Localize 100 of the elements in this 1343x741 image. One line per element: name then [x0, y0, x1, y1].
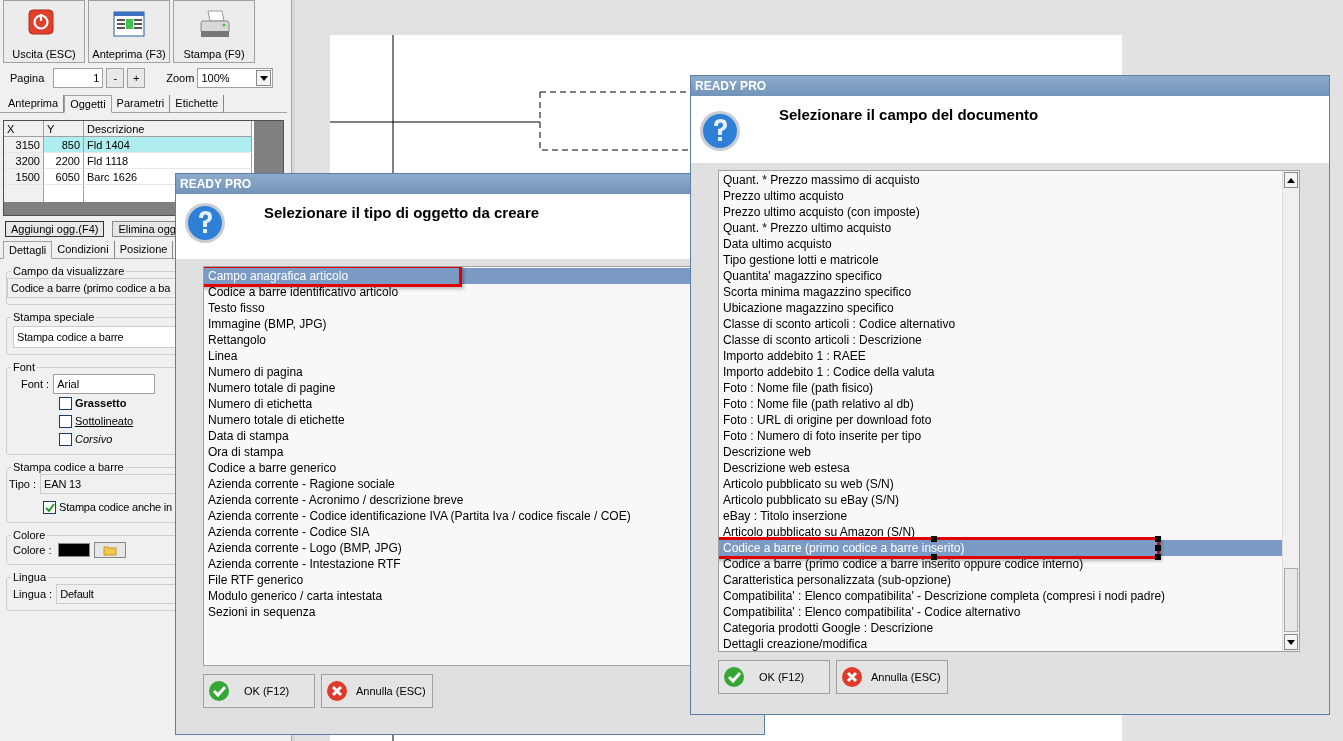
- list-item[interactable]: Rettangolo: [208, 332, 267, 348]
- language-label: Lingua :: [13, 588, 53, 600]
- list-item[interactable]: Codice a barre (primo codice a barre inserito oppure codice interno): [723, 556, 1084, 572]
- page-step-button[interactable]: -: [106, 68, 125, 88]
- cancel-icon: [326, 680, 348, 702]
- group-title: Colore: [12, 528, 47, 542]
- table-cell[interactable]: 3150: [4, 137, 44, 153]
- color-picker-button[interactable]: [93, 542, 126, 558]
- scrollbar[interactable]: [1282, 171, 1299, 651]
- list-item[interactable]: Codice a barre generico: [208, 460, 337, 476]
- list-item[interactable]: Numero totale di etichette: [208, 412, 345, 428]
- list-item[interactable]: Dettagli creazione/modifica: [723, 636, 868, 651]
- list-item[interactable]: Ora di stampa: [208, 444, 284, 460]
- list-item[interactable]: Prezzo ultimo acquisto (con imposte): [723, 204, 920, 220]
- tab[interactable]: Condizioni: [52, 241, 115, 259]
- list-item[interactable]: Quant. * Prezzo ultimo acquisto: [723, 220, 892, 236]
- list-item[interactable]: Descrizione web estesa: [723, 460, 850, 476]
- scroll-up-icon: [1287, 177, 1295, 183]
- column-header: Y: [44, 121, 84, 137]
- checkbox[interactable]: [59, 396, 72, 410]
- column-header: Descrizione: [84, 121, 252, 137]
- check-icon: [44, 502, 55, 512]
- list-item[interactable]: Importo addebito 1 : RAEE: [723, 348, 866, 364]
- font-label: Font :: [21, 378, 50, 390]
- list-item[interactable]: Numero totale di pagine: [208, 380, 336, 396]
- preview-window-icon: [113, 9, 145, 39]
- caret-icon: [259, 75, 268, 81]
- zoom-dropdown[interactable]: 100%: [197, 68, 274, 88]
- table-cell[interactable]: 1500: [4, 169, 44, 185]
- font-field[interactable]: Arial: [53, 374, 156, 394]
- list-item[interactable]: Classe di sconto articoli : Codice alternativo: [723, 316, 956, 332]
- list-item[interactable]: Azienda corrente - Codice identificazione IVA (Partita Iva / codice fiscale / COE): [208, 508, 631, 524]
- list-item[interactable]: Numero di pagina: [208, 364, 303, 380]
- list-item[interactable]: Foto : Nome file (path relativo al db): [723, 396, 914, 412]
- toolbar-button[interactable]: Uscita (ESC): [3, 0, 85, 63]
- group-title: Lingua: [12, 570, 48, 584]
- column-header: X: [4, 121, 44, 137]
- group-title: Font: [12, 360, 36, 374]
- list-item[interactable]: Articolo pubblicato su web (S/N): [723, 476, 894, 492]
- list-item[interactable]: Importo addebito 1 : Codice della valuta: [723, 364, 935, 380]
- toolbar-button[interactable]: Anteprima (F3): [88, 0, 170, 63]
- question-icon: [184, 202, 226, 244]
- printer-icon: [198, 9, 230, 39]
- table-cell[interactable]: Fld 1404: [84, 137, 252, 153]
- action-button[interactable]: Aggiungi ogg.(F4): [5, 221, 105, 237]
- color-label: Colore :: [13, 544, 52, 556]
- group-title: Campo da visualizzare: [12, 264, 126, 278]
- list-item[interactable]: Foto : URL di origine per download foto: [723, 412, 932, 428]
- list-item[interactable]: Azienda corrente - Acronimo / descrizione breve: [208, 492, 464, 508]
- tab[interactable]: Oggetti: [64, 95, 112, 113]
- tab[interactable]: Parametri: [111, 95, 171, 113]
- dialog-heading: Selezionare il campo del documento: [779, 106, 1039, 125]
- tab[interactable]: Etichette: [170, 95, 225, 113]
- list-item[interactable]: Quantita' magazzino specifico: [723, 268, 883, 284]
- zoom-label: Zoom: [166, 72, 195, 84]
- dialog-button[interactable]: OK (F12): [718, 660, 830, 694]
- dialog-button[interactable]: Annulla (ESC): [836, 660, 948, 694]
- page-step-button[interactable]: +: [127, 68, 146, 88]
- type-label: Tipo :: [9, 478, 37, 490]
- list-item[interactable]: Ubicazione magazzino specifico: [723, 300, 894, 316]
- scroll-thumb[interactable]: [1284, 568, 1298, 632]
- dialog-title: READY PRO: [691, 76, 1329, 96]
- page-label: Pagina: [10, 72, 45, 84]
- list-item[interactable]: Data ultimo acquisto: [723, 236, 832, 252]
- checkbox[interactable]: [59, 414, 72, 428]
- list-item[interactable]: Numero di etichetta: [208, 396, 313, 412]
- list-item[interactable]: Testo fisso: [208, 300, 265, 316]
- list-item[interactable]: Foto : Nome file (path fisico): [723, 380, 874, 396]
- list-item[interactable]: Azienda corrente - Logo (BMP, JPG): [208, 540, 402, 556]
- list-item[interactable]: Compatibilita' : Elenco compatibilita' - Descrizione completa (compresi i nodi padre): [723, 588, 1166, 604]
- list-item[interactable]: Data di stampa: [208, 428, 289, 444]
- tab[interactable]: Posizione: [114, 241, 174, 259]
- table-cell[interactable]: 850: [44, 137, 84, 153]
- dialog-heading: Selezionare il tipo di oggetto da creare: [264, 204, 540, 223]
- list-item[interactable]: Articolo pubblicato su Amazon (S/N): [723, 524, 916, 540]
- list-item[interactable]: Azienda corrente - Intestazione RTF: [208, 556, 401, 572]
- checkbox[interactable]: [43, 500, 56, 514]
- list-item[interactable]: Classe di sconto articoli : Descrizione: [723, 332, 922, 348]
- tab[interactable]: Dettagli: [3, 241, 53, 259]
- list-item[interactable]: Sezioni in sequenza: [208, 604, 316, 620]
- scroll-down-icon: [1287, 639, 1295, 645]
- folder-icon: [102, 544, 117, 556]
- list-item[interactable]: Tipo gestione lotti e matricole: [723, 252, 879, 268]
- page-field[interactable]: 1: [53, 68, 104, 88]
- dialog-button[interactable]: Annulla (ESC): [321, 674, 433, 708]
- option-label: Stampa codice anche in: [59, 501, 172, 513]
- table-cell[interactable]: 3200: [4, 153, 44, 169]
- toolbar-button[interactable]: Stampa (F9): [173, 0, 255, 63]
- dialog-button[interactable]: OK (F12): [203, 674, 315, 708]
- list-item[interactable]: Articolo pubblicato su eBay (S/N): [723, 492, 900, 508]
- list-item[interactable]: Compatibilita' : Elenco compatibilita' - Codice alternativo: [723, 604, 1021, 620]
- list-item[interactable]: Categoria prodotti Google : Descrizione: [723, 620, 934, 636]
- list-item[interactable]: Descrizione web: [723, 444, 812, 460]
- list-item[interactable]: Caratteristica personalizzata (sub-opzione): [723, 572, 952, 588]
- list-item[interactable]: Foto : Numero di foto inserite per tipo: [723, 428, 922, 444]
- checkbox[interactable]: [59, 432, 72, 446]
- list-item[interactable]: Scorta minima magazzino specifico: [723, 284, 912, 300]
- list-item[interactable]: Azienda corrente - Codice SIA: [208, 524, 370, 540]
- list-item[interactable]: Linea: [208, 348, 238, 364]
- list-item[interactable]: eBay : Titolo inserzione: [723, 508, 848, 524]
